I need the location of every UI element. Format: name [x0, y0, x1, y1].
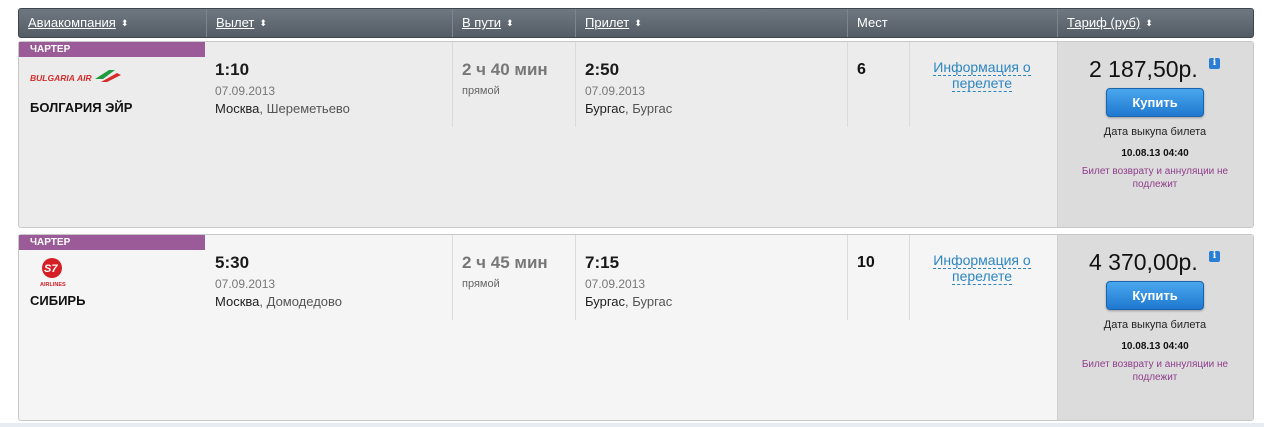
info-icon[interactable]: i — [1209, 58, 1220, 69]
sort-by-airline[interactable]: Авиакомпания ⬍ — [19, 9, 206, 37]
charter-badge: ЧАРТЕР — [19, 235, 205, 250]
flight-info-link-line2[interactable]: перелете — [951, 268, 1012, 285]
fare-price: 2 187,50р. — [1089, 56, 1198, 82]
header-arrival-label[interactable]: Прилет — [585, 15, 629, 30]
column-divider — [847, 42, 848, 127]
fare-price: 4 370,00р. — [1089, 249, 1198, 275]
header-duration-label[interactable]: В пути — [462, 15, 501, 30]
buy-button[interactable]: Купить — [1106, 88, 1204, 117]
purchase-deadline-value: 10.08.13 04:40 — [1121, 148, 1189, 159]
departure-place: Москва, Домодедово — [215, 294, 343, 309]
header-departure-label[interactable]: Вылет — [216, 15, 254, 30]
horizontal-scrollbar[interactable] — [0, 423, 1264, 427]
flight-stops: прямой — [462, 85, 500, 97]
info-icon[interactable]: i — [1209, 251, 1220, 262]
flight-duration: 2 ч 45 мин — [462, 253, 548, 272]
departure-date: 07.09.2013 — [215, 84, 276, 98]
sort-arrows-icon[interactable]: ⬍ — [506, 9, 514, 37]
departure-place: Москва, Шереметьево — [215, 101, 350, 116]
seats-count: 6 — [857, 61, 866, 78]
airline-name: БОЛГАРИЯ ЭЙР — [30, 100, 133, 115]
departure-time: 1:10 — [215, 60, 250, 79]
svg-text:AIRLINES: AIRLINES — [40, 282, 66, 287]
column-divider — [452, 235, 453, 320]
arrival-city: Бургас — [585, 101, 626, 116]
arrival-time: 2:50 — [585, 60, 620, 79]
buy-button[interactable]: Купить — [1106, 281, 1204, 310]
departure-date: 07.09.2013 — [215, 277, 276, 291]
arrival-place: Бургас, Бургас — [585, 101, 673, 116]
seats-count: 10 — [857, 254, 875, 271]
bulgaria-air-logo: BULGARIA AIR — [30, 70, 121, 83]
sort-arrows-icon[interactable]: ⬍ — [1145, 9, 1153, 37]
svg-text:S7: S7 — [44, 263, 58, 275]
arrival-date: 07.09.2013 — [585, 84, 646, 98]
flight-info-link[interactable]: Информация о перелете — [917, 252, 1047, 285]
sort-by-duration[interactable]: В пути ⬍ — [452, 9, 574, 37]
flight-stops: прямой — [462, 278, 500, 290]
sort-by-arrival[interactable]: Прилет ⬍ — [575, 9, 847, 37]
results-table-header: Авиакомпания ⬍ Вылет ⬍ В пути ⬍ Прилет ⬍ Мес… — [18, 8, 1254, 38]
purchase-deadline-label: Дата выкупа билета — [1103, 126, 1207, 138]
arrival-city: Бургас — [585, 294, 626, 309]
departure-airport: Домодедово — [266, 294, 343, 309]
header-seats-label: Мест — [857, 15, 888, 30]
column-divider — [452, 42, 453, 127]
s7-airlines-logo: S7 AIRLINES — [40, 258, 66, 287]
sort-arrows-icon[interactable]: ⬍ — [259, 9, 267, 37]
header-airline-label[interactable]: Авиакомпания — [28, 15, 116, 30]
column-divider — [575, 42, 576, 127]
purchase-deadline-label: Дата выкупа билета — [1103, 319, 1207, 331]
column-divider — [575, 235, 576, 320]
arrival-date: 07.09.2013 — [585, 277, 646, 291]
sort-arrows-icon[interactable]: ⬍ — [634, 9, 642, 37]
flight-info-link-line2[interactable]: перелете — [951, 75, 1012, 92]
flight-info-link-line1[interactable]: Информация о — [933, 252, 1031, 269]
flight-duration: 2 ч 40 мин — [462, 60, 548, 79]
sort-by-departure[interactable]: Вылет ⬍ — [206, 9, 457, 37]
departure-airport: Шереметьево — [266, 101, 350, 116]
svg-text:AIR: AIR — [76, 73, 93, 83]
sort-arrows-icon[interactable]: ⬍ — [121, 9, 129, 37]
departure-time: 5:30 — [215, 253, 250, 272]
arrival-airport: Бургас — [632, 294, 673, 309]
non-refundable-note: Билет возврату и аннуляции не подлежит — [1081, 359, 1229, 383]
sort-by-fare[interactable]: Тариф (руб) ⬍ — [1057, 9, 1253, 37]
departure-city: Москва — [215, 101, 260, 116]
arrival-time: 7:15 — [585, 253, 620, 272]
charter-badge: ЧАРТЕР — [19, 42, 205, 57]
header-seats: Мест — [847, 9, 1057, 37]
airline-name: СИБИРЬ — [30, 293, 86, 308]
arrival-place: Бургас, Бургас — [585, 294, 673, 309]
purchase-deadline-value: 10.08.13 04:40 — [1121, 341, 1189, 352]
column-divider — [909, 235, 910, 320]
arrival-airport: Бургас — [632, 101, 673, 116]
flight-info-link-line1[interactable]: Информация о — [933, 59, 1031, 76]
non-refundable-note: Билет возврату и аннуляции не подлежит — [1081, 166, 1229, 190]
departure-city: Москва — [215, 294, 260, 309]
flight-row: ЧАРТЕР S7 AIRLINES СИБИРЬ 5:30 07.09.201… — [18, 234, 1254, 421]
column-divider — [847, 235, 848, 320]
flight-row: ЧАРТЕР BULGARIA AIR БОЛГАРИЯ ЭЙР 1:10 07… — [18, 41, 1254, 228]
flight-info-link[interactable]: Информация о перелете — [917, 59, 1047, 92]
header-fare-label[interactable]: Тариф (руб) — [1067, 15, 1140, 30]
svg-text:BULGARIA: BULGARIA — [30, 73, 75, 83]
column-divider — [909, 42, 910, 127]
